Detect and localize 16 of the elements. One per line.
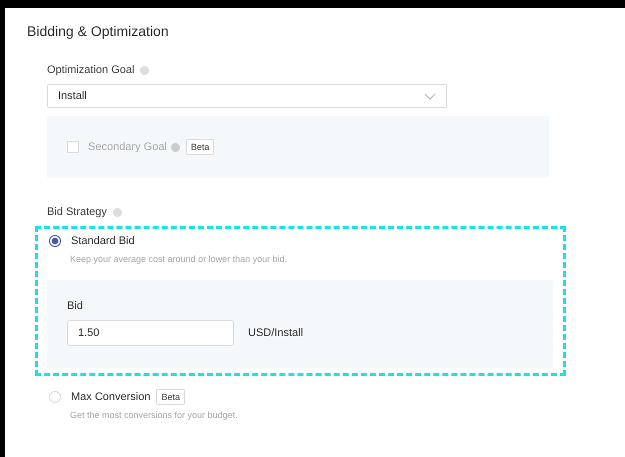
field-label: Optimization Goal	[47, 64, 134, 76]
chevron-down-icon	[424, 92, 436, 100]
section-title: Bidding & Optimization	[26, 22, 170, 39]
checkbox-label: Secondary Goal	[88, 141, 167, 153]
goal-dropdown[interactable]: Install	[47, 84, 447, 108]
field-label: Bid Strategy	[47, 206, 107, 218]
radio-button[interactable]	[49, 235, 61, 247]
option-description: Get the most conversions for your budget.	[70, 410, 239, 420]
beta-badge: Beta	[186, 139, 214, 155]
unit-label: USD/Install	[248, 327, 304, 339]
beta-badge: Beta	[156, 389, 185, 405]
option-description: Keep your average cost around or lower than your bid.	[70, 254, 288, 264]
option-label: Max Conversion	[71, 391, 150, 403]
bid-input[interactable]: 1.50	[67, 320, 234, 346]
field-label: Bid	[67, 300, 84, 312]
option-label: Standard Bid	[71, 235, 135, 247]
